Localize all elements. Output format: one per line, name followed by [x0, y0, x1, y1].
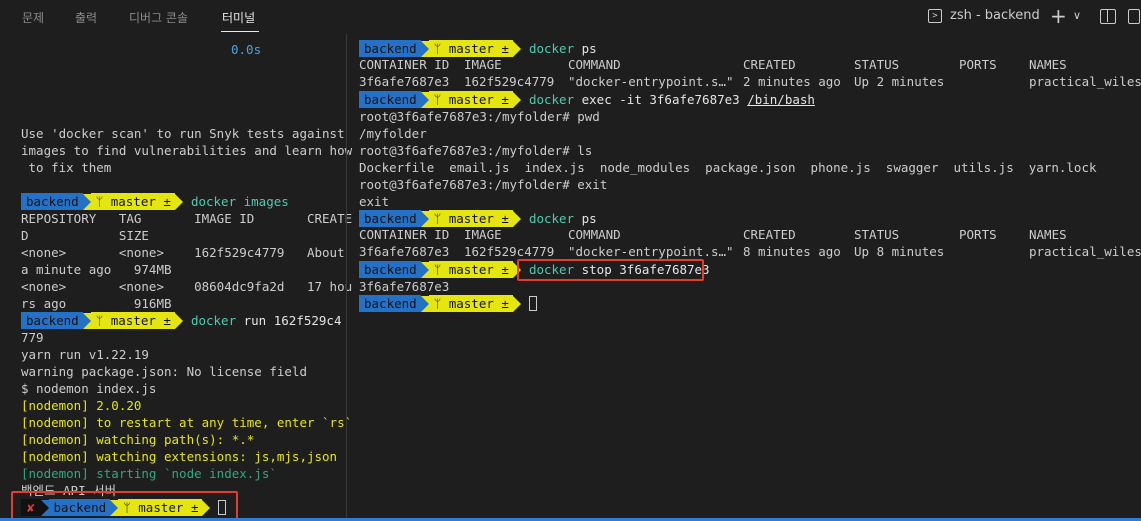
prompt-separator: [512, 91, 521, 108]
nodemon-line: [nodemon] watching extensions: js,mjs,js…: [21, 449, 338, 464]
prompt: backend ᛘ master ± docker run 162f529c4: [21, 312, 341, 329]
output-line: Dockerfile email.js index.js node_module…: [359, 160, 1097, 175]
prompt: backend ᛘ master ± docker exec -it 3f6afe…: [359, 91, 815, 108]
table-header: REPOSITORY TAG IMAGE ID CREATE: [21, 211, 353, 226]
scan-line: to fix them: [21, 160, 112, 175]
highlight-box: [11, 491, 238, 520]
chevron-down-icon[interactable]: ∨: [1073, 9, 1081, 22]
prompt-dir: backend: [21, 312, 83, 329]
prompt-separator: [420, 261, 429, 278]
terminal-selector[interactable]: zsh - backend: [950, 8, 1040, 23]
table-row: <none> <none> 08604dc9fa2d 17 hou: [21, 279, 353, 294]
trash-icon[interactable]: [1128, 9, 1140, 24]
git-branch-icon: ᛘ: [433, 211, 442, 226]
prompt-separator: [512, 210, 521, 227]
prompt-separator: [420, 210, 429, 227]
output-line: root@3f6afe7687e3:/myfolder# exit: [359, 177, 608, 192]
prompt-dir: backend: [359, 91, 421, 108]
prompt-git: ᛘ master ±: [90, 312, 175, 329]
command-text: docker ps: [528, 211, 597, 226]
prompt-branch: master ±: [448, 92, 509, 107]
prompt-dir: backend: [359, 40, 421, 57]
prompt-separator: [512, 40, 521, 57]
prompt-separator: [420, 40, 429, 57]
terminal-pane-right[interactable]: backend ᛘ master ± docker ps CONTAINER ID…: [347, 34, 1141, 518]
output-line: warning package.json: No license field: [21, 364, 307, 379]
active-prompt: backend ᛘ master ±: [359, 295, 537, 312]
prompt: backend ᛘ master ± docker images: [21, 193, 289, 210]
prompt-dir: backend: [21, 193, 83, 210]
prompt: backend ᛘ master ± docker ps: [359, 40, 597, 57]
nodemon-starting-line: [nodemon] starting `node index.js`: [21, 466, 277, 481]
table-header: D SIZE: [21, 228, 149, 243]
prompt-branch: master ±: [110, 194, 171, 209]
time-readout: 0.0s: [231, 42, 262, 57]
output-line: root@3f6afe7687e3:/myfolder# pwd: [359, 109, 600, 124]
prompt: backend ᛘ master ± docker ps: [359, 210, 597, 227]
git-branch-icon: ᛘ: [433, 41, 442, 56]
prompt-git: ᛘ master ±: [428, 210, 513, 227]
tab-debug-console[interactable]: 디버그 콘솔: [129, 9, 188, 26]
table-row: rs ago 916MB: [21, 296, 172, 311]
prompt-separator: [174, 193, 183, 210]
scan-line: images to find vulnerabilities and learn…: [21, 143, 353, 158]
command-text: docker exec -it 3f6afe7687e3 /bin/bash: [528, 92, 815, 107]
scan-line: Use 'docker scan' to run Snyk tests agai…: [21, 126, 345, 141]
prompt-branch: master ±: [448, 211, 509, 226]
output-line: root@3f6afe7687e3:/myfolder# ls: [359, 143, 593, 158]
nodemon-line: [nodemon] watching path(s): *.*: [21, 432, 255, 447]
prompt-git: ᛘ master ±: [90, 193, 175, 210]
prompt-branch: master ±: [448, 262, 509, 277]
prompt-git: ᛘ master ±: [428, 91, 513, 108]
nodemon-line: [nodemon] 2.0.20: [21, 398, 142, 413]
git-branch-icon: ᛘ: [95, 194, 104, 209]
prompt-separator: [512, 295, 521, 312]
prompt-branch: master ±: [448, 41, 509, 56]
command-text: docker images: [190, 194, 289, 209]
tab-terminal[interactable]: 터미널: [222, 9, 255, 26]
output-line: yarn run v1.22.19: [21, 347, 149, 362]
terminal-cursor[interactable]: [528, 296, 537, 311]
git-branch-icon: ᛘ: [433, 262, 442, 277]
git-branch-icon: ᛘ: [433, 296, 442, 311]
output-line: exit: [359, 194, 390, 209]
prompt-git: ᛘ master ±: [428, 295, 513, 312]
prompt-branch: master ±: [448, 296, 509, 311]
prompt-dir: backend: [359, 261, 421, 278]
command-continuation: 779: [21, 330, 44, 345]
split-terminal-icon[interactable]: [1100, 9, 1116, 24]
tab-output[interactable]: 출력: [75, 9, 97, 26]
nodemon-line: [nodemon] to restart at any time, enter …: [21, 415, 353, 430]
git-branch-icon: ᛘ: [433, 92, 442, 107]
terminal-pane-left[interactable]: 0.0s Use 'docker scan' to run Snyk tests…: [0, 34, 352, 520]
active-tab-indicator: [221, 31, 259, 32]
command-text: docker ps: [528, 41, 597, 56]
prompt-separator: [420, 91, 429, 108]
prompt-git: ᛘ master ±: [428, 261, 513, 278]
new-terminal-icon[interactable]: +: [1050, 4, 1067, 28]
panel-tab-bar: 문제 출력 디버그 콘솔 터미널 > zsh - backend + ∨: [0, 0, 1141, 34]
prompt-separator: [82, 312, 91, 329]
output-line: 3f6afe7687e3: [359, 279, 450, 294]
prompt-separator: [420, 295, 429, 312]
command-text: docker run 162f529c4: [190, 313, 342, 328]
prompt-dir: backend: [359, 295, 421, 312]
git-branch-icon: ᛘ: [95, 313, 104, 328]
terminal-icon[interactable]: >: [928, 9, 942, 23]
prompt-git: ᛘ master ±: [428, 40, 513, 57]
prompt-dir: backend: [359, 210, 421, 227]
table-row: <none> <none> 162f529c4779 About: [21, 245, 345, 260]
tab-problems[interactable]: 문제: [22, 9, 44, 26]
prompt-branch: master ±: [110, 313, 171, 328]
prompt-separator: [174, 312, 183, 329]
command-args: run 162f529c4: [236, 313, 342, 328]
prompt-separator: [82, 193, 91, 210]
table-row: a minute ago 974MB: [21, 262, 172, 277]
output-line: $ nodemon index.js: [21, 381, 157, 396]
output-line: /myfolder: [359, 126, 427, 141]
highlight-box: [517, 259, 704, 281]
command-path-arg: /bin/bash: [747, 92, 815, 107]
